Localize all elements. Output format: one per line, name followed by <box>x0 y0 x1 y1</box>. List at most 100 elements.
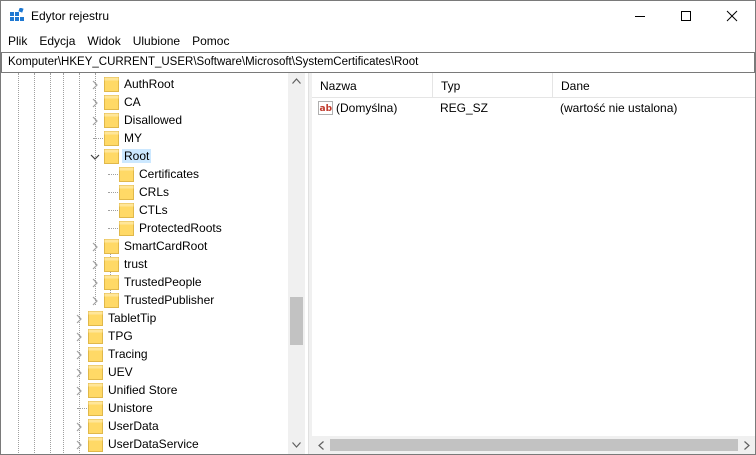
tree-item[interactable]: Root <box>1 147 288 165</box>
tree-item[interactable]: UserData <box>1 417 288 435</box>
chevron-down-icon <box>292 442 301 448</box>
tree-item[interactable]: TrustedPublisher <box>1 291 288 309</box>
tree-item-label: UserDataService <box>108 437 199 451</box>
chevron-right-icon[interactable] <box>74 439 83 450</box>
address-bar[interactable]: Komputer\HKEY_CURRENT_USER\Software\Micr… <box>1 52 755 73</box>
tree-item-label: CA <box>124 95 141 109</box>
tree-item[interactable]: Disallowed <box>1 111 288 129</box>
column-header-name[interactable]: Nazwa <box>312 73 433 98</box>
chevron-right-icon[interactable] <box>90 115 99 126</box>
folder-icon <box>119 202 134 218</box>
tree-item-label: UserData <box>108 419 159 433</box>
chevron-right-icon[interactable] <box>74 367 83 378</box>
string-value-icon: ab <box>318 101 333 115</box>
chevron-left-icon <box>318 441 324 450</box>
folder-icon <box>104 130 119 146</box>
folder-icon <box>119 184 134 200</box>
tree-item-label: CTLs <box>139 203 168 217</box>
close-button[interactable] <box>709 1 755 31</box>
tree-item[interactable]: Unified Store <box>1 381 288 399</box>
scroll-right-button[interactable] <box>738 436 755 454</box>
tree-item[interactable]: CRLs <box>1 183 288 201</box>
folder-icon <box>88 364 103 380</box>
list-horizontal-scrollbar[interactable] <box>312 436 755 454</box>
chevron-right-icon[interactable] <box>90 79 99 90</box>
tree-item[interactable]: trust <box>1 255 288 273</box>
chevron-right-icon <box>744 441 750 450</box>
tree-item[interactable]: UserDataService <box>1 435 288 453</box>
value-row[interactable]: ab (Domyślna) REG_SZ (wartość nie ustalo… <box>312 99 755 117</box>
chevron-down-icon[interactable] <box>90 151 100 161</box>
scroll-down-button[interactable] <box>288 437 305 454</box>
tree-item[interactable]: CTLs <box>1 201 288 219</box>
tree-item[interactable]: SmartCardRoot <box>1 237 288 255</box>
folder-icon <box>104 238 119 254</box>
tree-item-label: UEV <box>108 365 133 379</box>
chevron-right-icon[interactable] <box>74 313 83 324</box>
chevron-right-icon[interactable] <box>74 331 83 342</box>
tree-scroll-thumb[interactable] <box>290 297 303 345</box>
menu-file[interactable]: Plik <box>1 31 33 51</box>
address-path[interactable]: Komputer\HKEY_CURRENT_USER\Software\Micr… <box>8 56 418 68</box>
minimize-icon <box>635 16 645 17</box>
tree-item-label: TPG <box>108 329 133 343</box>
folder-icon <box>104 148 119 164</box>
folder-icon <box>88 328 103 344</box>
key-tree-pane[interactable]: AuthRoot CA Disallowed MY Root Certificates CR… <box>1 73 308 454</box>
value-type: REG_SZ <box>440 101 489 115</box>
maximize-button[interactable] <box>663 1 709 31</box>
tree-item[interactable]: TPG <box>1 327 288 345</box>
tree-item[interactable]: TabletTip <box>1 309 288 327</box>
tree-item-label: Unified Store <box>108 383 178 397</box>
tree-item-label: Tracing <box>108 347 148 361</box>
column-header-data[interactable]: Dane <box>553 73 755 98</box>
value-name: (Domyślna) <box>336 101 398 115</box>
minimize-button[interactable] <box>617 1 663 31</box>
chevron-right-icon[interactable] <box>90 295 99 306</box>
values-list-pane[interactable]: Nazwa Typ Dane ab (Domyślna) REG_SZ (war… <box>312 73 755 454</box>
tree-item[interactable]: ProtectedRoots <box>1 219 288 237</box>
chevron-right-icon[interactable] <box>90 241 99 252</box>
tree-item[interactable]: Certificates <box>1 165 288 183</box>
chevron-right-icon[interactable] <box>90 97 99 108</box>
tree-item-label: TabletTip <box>108 311 157 325</box>
menu-help[interactable]: Pomoc <box>186 31 235 51</box>
tree-item[interactable]: CA <box>1 93 288 111</box>
registry-editor-window: Edytor rejestru Plik Edycja Widok Ulubio… <box>0 0 756 455</box>
tree-item-label: TrustedPeople <box>124 275 202 289</box>
tree-item[interactable]: MY <box>1 129 288 147</box>
svg-text:ab: ab <box>320 104 333 114</box>
folder-icon <box>88 436 103 452</box>
tree-item[interactable]: Unistore <box>1 399 288 417</box>
tree-item-label: Disallowed <box>124 113 183 127</box>
tree-vertical-scrollbar[interactable] <box>288 73 305 454</box>
chevron-right-icon[interactable] <box>90 259 99 270</box>
tree-item[interactable]: TrustedPeople <box>1 273 288 291</box>
scroll-up-button[interactable] <box>288 73 305 90</box>
window-title: Edytor rejestru <box>31 9 110 23</box>
chevron-right-icon[interactable] <box>74 421 83 432</box>
folder-icon <box>88 310 103 326</box>
tree-item-label: Root <box>122 149 152 163</box>
tree-item[interactable]: Tracing <box>1 345 288 363</box>
chevron-right-icon[interactable] <box>90 277 99 288</box>
menu-view[interactable]: Widok <box>81 31 126 51</box>
chevron-up-icon <box>292 78 301 84</box>
folder-icon <box>104 274 119 290</box>
folder-icon <box>104 256 119 272</box>
menu-edit[interactable]: Edycja <box>33 31 81 51</box>
tree-item[interactable]: AuthRoot <box>1 75 288 93</box>
chevron-right-icon[interactable] <box>74 385 83 396</box>
chevron-right-icon[interactable] <box>74 349 83 360</box>
folder-icon <box>104 94 119 110</box>
tree-item[interactable]: UEV <box>1 363 288 381</box>
close-icon <box>726 10 738 22</box>
folder-icon <box>104 292 119 308</box>
list-scroll-thumb[interactable] <box>330 439 738 451</box>
menu-favorites[interactable]: Ulubione <box>127 31 186 51</box>
folder-icon <box>104 76 119 92</box>
folder-icon <box>119 220 134 236</box>
column-header-type[interactable]: Typ <box>433 73 553 98</box>
scroll-left-button[interactable] <box>312 436 329 454</box>
menu-bar: Plik Edycja Widok Ulubione Pomoc <box>1 31 755 51</box>
